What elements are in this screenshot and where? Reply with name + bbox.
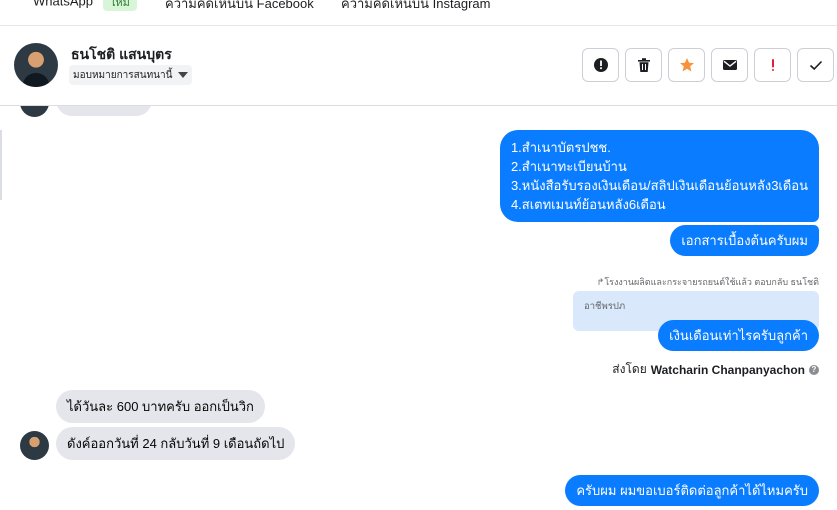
tab-instagram-comments[interactable]: ความคิดเห็นบน Instagram — [341, 0, 490, 14]
docs-line: 3.หนังสือรับรองเงินเดือน/สลิปเงินเดือนย้… — [510, 178, 808, 193]
assign-label: มอบหมายการสนทนานี้ — [73, 69, 173, 81]
contact-avatar-small — [20, 431, 49, 460]
docs-line: 2.สำเนาทะเบียนบ้าน — [510, 159, 627, 174]
tab-whatsapp[interactable]: WhatsApp ใหม่ — [33, 0, 137, 11]
conversation-actions — [582, 48, 834, 82]
outgoing-message-salary-question: เงินเดือนเท่าไรครับลูกค้า — [658, 320, 819, 351]
alert-icon — [593, 58, 608, 72]
check-icon — [809, 60, 822, 71]
sent-by: ส่งโดย Watcharin Chanpanyachon ? — [612, 360, 819, 379]
channel-tabs: WhatsApp ใหม่ ความคิดเห็นบน Facebook ความ… — [0, 0, 837, 26]
conversation-header: ธนโชติ แสนบุตร มอบหมายการสนทนานี้ — [0, 26, 837, 106]
star-button[interactable] — [668, 48, 705, 82]
outgoing-message-docs-note: เอกสารเบื้องต้นครับผม — [670, 225, 819, 256]
mark-unread-button[interactable] — [711, 48, 748, 82]
delete-button[interactable] — [625, 48, 662, 82]
mail-icon — [722, 60, 737, 70]
sent-by-prefix: ส่งโดย — [612, 362, 647, 376]
tab-label: ความคิดเห็นบน Facebook — [165, 0, 314, 11]
quoted-text: อาชีพรปภ — [584, 301, 626, 312]
info-icon[interactable]: ? — [809, 364, 819, 375]
reply-meta-text: โรงงานผลิตและกระจายรถยนต์ใช้แล้ว ตอบกลับ… — [604, 277, 819, 287]
contact-avatar[interactable] — [14, 43, 58, 87]
reply-meta: ↱โรงงานผลิตและกระจายรถยนต์ใช้แล้ว ตอบกลั… — [597, 275, 819, 289]
new-badge: ใหม่ — [102, 0, 137, 11]
docs-line: 4.สเตทเมนท์ย้อนหลัง6เดือน — [510, 197, 666, 212]
tab-label: ความคิดเห็นบน Instagram — [341, 0, 491, 11]
contact-avatar-small — [20, 106, 49, 117]
incoming-message-cut — [56, 106, 152, 116]
mark-spam-button[interactable] — [582, 48, 619, 82]
incoming-message-payday: ดังค์ออกวันที่ 24 กลับวันที่ 9 เดือนถัดไ… — [56, 427, 296, 460]
caret-down-icon — [178, 72, 189, 78]
message-thread[interactable]: 1.สำเนาบัตรปชช. 2.สำเนาทะเบียนบ้าน 3.หนั… — [0, 106, 837, 510]
trash-icon — [637, 58, 650, 72]
docs-line: 1.สำเนาบัตรปชช. — [510, 140, 611, 155]
star-icon — [679, 58, 694, 72]
scrollbar[interactable] — [0, 130, 2, 200]
assign-conversation-dropdown[interactable]: มอบหมายการสนทนานี้ — [69, 65, 193, 85]
sent-by-name: Watcharin Chanpanyachon — [650, 362, 805, 377]
outgoing-message-ask-phone: ครับผม ผมขอเบอร์ติดต่อลูกค้าได้ไหมครับ — [565, 475, 819, 506]
follow-up-button[interactable] — [754, 48, 791, 82]
incoming-message-salary: ได้วันละ 600 บาทครับ ออกเป็นวิก — [56, 390, 265, 423]
outgoing-message-docs: 1.สำเนาบัตรปชช. 2.สำเนาทะเบียนบ้าน 3.หนั… — [499, 130, 819, 222]
tab-label: WhatsApp — [33, 0, 93, 9]
mark-done-button[interactable] — [797, 48, 834, 82]
contact-name[interactable]: ธนโชติ แสนบุตร — [71, 44, 172, 66]
tab-facebook-comments[interactable]: ความคิดเห็นบน Facebook — [165, 0, 314, 14]
exclamation-icon — [771, 59, 774, 71]
